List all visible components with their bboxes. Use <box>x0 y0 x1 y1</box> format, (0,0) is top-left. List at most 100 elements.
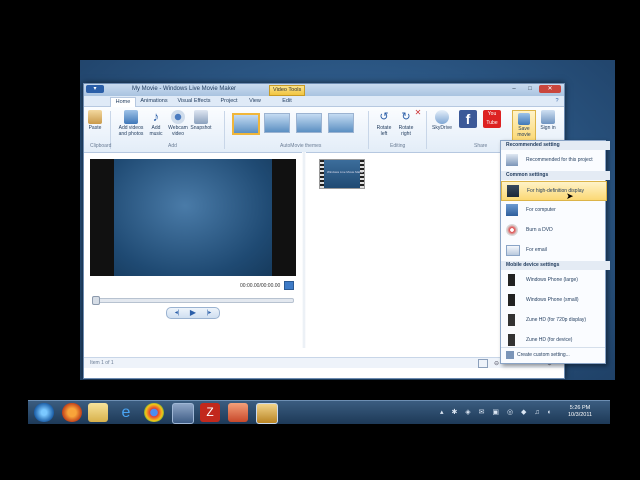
save-movie-label: Save movie <box>517 126 531 138</box>
seek-bar[interactable] <box>92 298 294 303</box>
theme-thumbnail[interactable] <box>232 113 260 135</box>
add-music-button[interactable]: ♪ Add music <box>146 110 166 137</box>
minimize-button[interactable]: – <box>507 85 521 93</box>
filezilla-icon[interactable]: Z <box>200 403 220 422</box>
youtube-icon: You Tube <box>483 110 501 128</box>
snapshot-label: Snapshot <box>190 125 212 131</box>
fullscreen-button[interactable] <box>284 281 294 290</box>
zoom-out-icon[interactable]: ⊖ <box>494 360 499 367</box>
explorer-folder-icon[interactable] <box>88 403 108 422</box>
film-strip-edge <box>320 160 324 188</box>
clipboard-icon <box>88 110 102 124</box>
thumbnail-size-icon[interactable] <box>478 359 488 368</box>
tab-project[interactable]: Project <box>218 97 240 106</box>
previous-frame-icon[interactable]: ◂| <box>169 308 185 318</box>
rotate-left-button[interactable]: ↺ Rotate left <box>374 110 394 137</box>
email-icon <box>506 245 520 256</box>
facebook-button[interactable]: f <box>458 110 478 130</box>
user-icon <box>541 110 555 124</box>
menu-item-custom[interactable]: Create custom setting... <box>501 347 605 362</box>
rotate-right-button[interactable]: ↻ Rotate right <box>396 110 416 137</box>
menu-item-email[interactable]: For email <box>501 241 605 259</box>
add-videos-label: Add videos and photos <box>118 125 144 137</box>
video-tools-context-tab[interactable]: Video Tools <box>269 85 306 96</box>
rotate-right-icon: ↻ <box>401 111 411 123</box>
film-strip-edge <box>360 160 364 188</box>
paste-label: Paste <box>88 125 102 131</box>
group-clipboard: Clipboard <box>90 143 112 149</box>
sign-in-button[interactable]: Sign in <box>538 110 558 132</box>
preview-monitor[interactable] <box>90 159 296 276</box>
menu-item-computer[interactable]: For computer <box>501 201 605 219</box>
movie-maker-taskbar-icon[interactable] <box>256 403 278 424</box>
menu-item-zune-hd-720p[interactable]: Zune HD (for 720p display) <box>501 311 605 329</box>
help-icon[interactable]: ? <box>552 97 562 106</box>
powerpoint-icon[interactable] <box>228 403 248 422</box>
title-bar: ▾ My Movie - Windows Live Movie Maker Vi… <box>84 84 564 96</box>
tab-visual-effects[interactable]: Visual Effects <box>176 97 212 106</box>
phone-icon <box>508 294 515 306</box>
ribbon-tabs: Home Animations Visual Effects Project V… <box>84 96 564 107</box>
webcam-button[interactable]: Webcam video <box>168 110 188 137</box>
skydrive-button[interactable]: SkyDrive <box>430 110 454 132</box>
pane-divider[interactable] <box>302 152 306 348</box>
save-movie-icon <box>518 113 530 125</box>
youtube-button[interactable]: You Tube <box>482 110 502 130</box>
next-frame-icon[interactable]: |▸ <box>201 308 217 318</box>
play-icon[interactable]: ▶ <box>185 308 201 318</box>
tab-view[interactable]: View <box>246 97 264 106</box>
group-share: Share <box>474 143 488 149</box>
system-tray-icons[interactable]: ▴ ✱ ◈ ✉ ▣ ◎ ◆ ♫ ◐ <box>440 408 555 416</box>
recommended-icon <box>506 154 518 166</box>
tab-edit[interactable]: Edit <box>278 97 296 106</box>
menu-item-hd[interactable]: For high-definition display <box>501 181 607 201</box>
menu-item-recommended[interactable]: Recommended for this project <box>501 151 605 169</box>
maximize-button[interactable]: □ <box>523 85 537 93</box>
snapshot-button[interactable]: Snapshot <box>190 110 212 132</box>
theme-thumbnail[interactable] <box>328 113 354 133</box>
group-automovie-themes: AutoMovie themes <box>280 143 322 149</box>
seek-thumb[interactable] <box>92 296 100 305</box>
webcam-icon <box>171 110 185 124</box>
theme-thumbnail[interactable] <box>296 113 322 133</box>
taskbar-clock[interactable]: 5:26 PM 10/3/2011 <box>568 405 592 419</box>
close-button[interactable]: ✕ <box>539 85 561 93</box>
app-menu-button[interactable]: ▾ <box>86 85 104 93</box>
tab-animations[interactable]: Animations <box>138 97 170 106</box>
add-videos-button[interactable]: Add videos and photos <box>118 110 144 137</box>
playback-controls: ◂| ▶ |▸ <box>166 307 220 319</box>
zune-icon <box>508 314 515 326</box>
mouse-cursor: ➤ <box>566 191 574 201</box>
menu-header-recommended: Recommended setting <box>501 141 610 150</box>
cloud-icon <box>435 110 449 124</box>
phone-icon <box>508 274 515 286</box>
menu-item-wp-large[interactable]: Windows Phone (large) <box>501 271 605 289</box>
custom-settings-icon <box>506 351 514 359</box>
film-photo-icon <box>124 110 138 124</box>
remove-icon[interactable]: ✕ <box>414 109 422 116</box>
paste-button[interactable]: Paste <box>86 110 104 132</box>
rotate-left-label: Rotate left <box>376 125 392 137</box>
save-movie-button[interactable]: Save movie <box>512 110 536 142</box>
firefox-icon[interactable] <box>62 403 82 422</box>
separator <box>426 111 427 149</box>
clock-time: 5:26 PM <box>569 405 591 411</box>
menu-header-mobile: Mobile device settings <box>501 261 610 270</box>
menu-item-dvd[interactable]: Burn a DVD <box>501 221 605 239</box>
start-button[interactable] <box>34 403 54 422</box>
rotate-right-label: Rotate right <box>398 125 414 137</box>
tab-home[interactable]: Home <box>110 97 136 107</box>
internet-explorer-icon[interactable]: e <box>116 403 136 422</box>
group-add: Add <box>168 143 177 149</box>
control-panel-icon[interactable] <box>172 403 194 424</box>
skydrive-label: SkyDrive <box>431 125 452 131</box>
menu-item-wp-small[interactable]: Windows Phone (small) <box>501 291 605 309</box>
save-movie-menu: Recommended setting Recommended for this… <box>500 140 610 364</box>
camera-icon <box>194 110 208 124</box>
theme-thumbnail[interactable] <box>264 113 290 133</box>
dvd-icon <box>506 224 518 236</box>
chrome-icon[interactable] <box>144 403 164 422</box>
timecode: 00:00.00/00:00.00 <box>240 283 281 289</box>
storyboard-clip[interactable]: Windows Live Movie Maker <box>319 159 365 189</box>
separator <box>368 111 369 149</box>
